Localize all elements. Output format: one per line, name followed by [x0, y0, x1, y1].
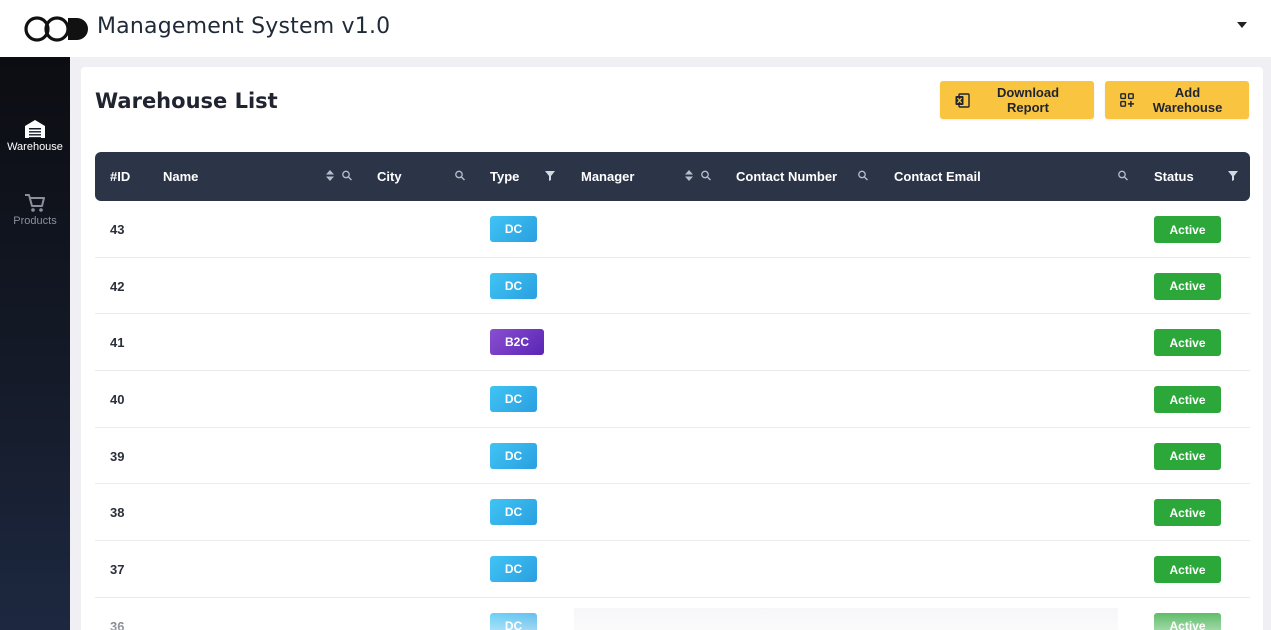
app-title: Management System v1.0: [97, 14, 391, 39]
content-card: Warehouse List Download Report Add Wareh…: [81, 67, 1263, 630]
add-warehouse-button[interactable]: Add Warehouse: [1105, 81, 1249, 119]
column-header-status: Status: [1154, 169, 1194, 184]
type-badge: DC: [490, 272, 537, 299]
row-id: 43: [110, 222, 125, 237]
type-badge: DC: [490, 216, 537, 242]
status-badge: Active: [1154, 386, 1221, 414]
search-icon[interactable]: [857, 169, 869, 182]
status-badge: Active: [1154, 442, 1221, 470]
row-id: 40: [110, 392, 125, 408]
table-row[interactable]: 41 B2C Active: [95, 314, 1250, 372]
row-id: 37: [110, 562, 125, 578]
table-row[interactable]: 38 DC Active: [95, 484, 1250, 542]
search-icon[interactable]: [341, 169, 353, 182]
status-badge: Active: [1154, 216, 1221, 243]
row-id: 41: [110, 335, 125, 351]
type-badge: DC: [490, 612, 537, 630]
cart-icon: [25, 194, 45, 212]
filter-icon[interactable]: [1227, 169, 1239, 182]
column-header-id: #ID: [110, 169, 131, 184]
row-id: 42: [110, 278, 125, 294]
search-icon[interactable]: [1117, 169, 1129, 182]
excel-icon: [955, 92, 970, 108]
sort-icon[interactable]: [324, 169, 336, 182]
sidebar-item-label: Products: [13, 215, 57, 227]
type-badge: B2C: [490, 329, 544, 356]
type-badge: DC: [490, 556, 537, 583]
column-header-manager: Manager: [581, 169, 635, 184]
top-bar: Management System v1.0: [0, 0, 1271, 57]
row-highlight: [574, 608, 1118, 630]
add-warehouse-label: Add Warehouse: [1152, 85, 1223, 115]
download-report-label: Download Report: [996, 85, 1060, 115]
column-header-city: City: [377, 169, 402, 184]
sidebar-item-warehouse[interactable]: Warehouse: [0, 119, 70, 153]
table-row[interactable]: 39 DC Active: [95, 428, 1250, 485]
table-row[interactable]: 40 DC Active: [95, 371, 1250, 428]
table-row[interactable]: 43 DC Active: [95, 201, 1250, 258]
sidebar-item-products[interactable]: Products: [0, 193, 70, 227]
row-id: 38: [110, 505, 125, 521]
type-badge: DC: [490, 442, 537, 469]
column-header-contact-number: Contact Number: [736, 169, 838, 184]
row-id: 36: [110, 618, 125, 630]
type-badge: DC: [490, 499, 537, 526]
sidebar-item-label: Warehouse: [7, 141, 63, 153]
status-badge: Active: [1154, 329, 1221, 357]
caret-down-icon[interactable]: [1236, 20, 1248, 30]
sidebar: Warehouse Products: [0, 57, 70, 630]
download-report-button[interactable]: Download Report: [940, 81, 1094, 119]
column-header-type: Type: [490, 169, 520, 184]
brand-logo: [24, 16, 88, 42]
column-header-name: Name: [163, 169, 199, 184]
search-icon[interactable]: [700, 169, 712, 182]
table-row[interactable]: 37 DC Active: [95, 541, 1250, 598]
status-badge: Active: [1154, 612, 1221, 630]
page-title: Warehouse List: [95, 89, 278, 113]
search-icon[interactable]: [454, 169, 466, 182]
table-row[interactable]: 42 DC Active: [95, 258, 1250, 315]
status-badge: Active: [1154, 272, 1221, 300]
sort-icon[interactable]: [683, 169, 695, 182]
status-badge: Active: [1154, 556, 1221, 584]
table-header: #ID Name City Type Manager Contact Numbe…: [95, 152, 1250, 201]
status-badge: Active: [1154, 499, 1221, 527]
add-grid-icon: [1120, 93, 1134, 107]
row-id: 39: [110, 448, 125, 464]
filter-icon[interactable]: [544, 169, 556, 182]
type-badge: DC: [490, 386, 537, 413]
table-body: 43 DC Active 42 DC Active 41 B2C Active …: [95, 201, 1250, 630]
column-header-contact-email: Contact Email: [894, 169, 981, 184]
warehouse-icon: [25, 120, 45, 138]
